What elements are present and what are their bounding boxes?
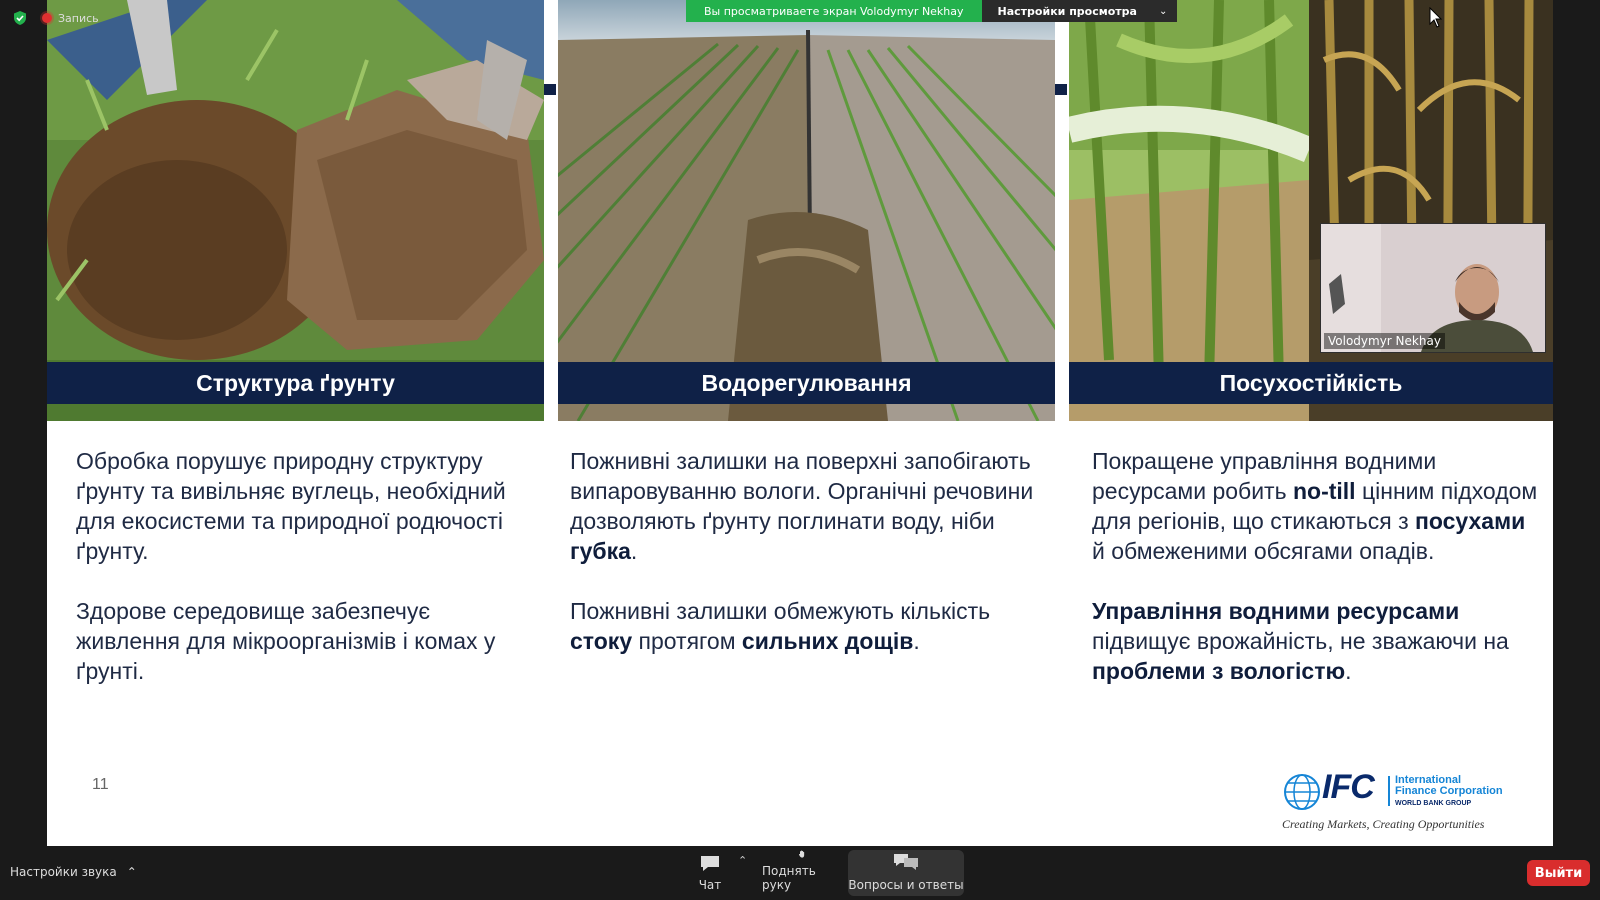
paragraph: Здорове середовище забезпечує живлення д… — [76, 598, 496, 684]
presenter-video[interactable]: Volodymyr Nekhay — [1320, 223, 1546, 353]
ifc-fullname: International Finance Corporation — [1395, 774, 1503, 797]
panel-caption: Посухостійкість — [1069, 362, 1553, 404]
chat-button[interactable]: Чат — [690, 850, 730, 896]
logo-divider — [1388, 776, 1390, 806]
ifc-tagline: Creating Markets, Creating Opportunities — [1282, 817, 1485, 831]
slide-page-number: 11 — [92, 776, 109, 793]
chat-label: Чат — [698, 878, 722, 892]
panel-soil-structure: Структура ґрунту — [47, 0, 544, 421]
field-photo — [558, 0, 1055, 421]
world-bank-group: WORLD BANK GROUP — [1395, 800, 1472, 807]
shield-icon — [14, 11, 26, 25]
soil-photo — [47, 0, 544, 421]
paragraph: Обробка порушує природну структуру ґрунт… — [76, 448, 506, 564]
qa-label: Вопросы и ответы — [848, 878, 964, 892]
shared-slide: Структура ґрунту Водорегулювання Посухос… — [47, 0, 1553, 846]
record-icon — [42, 13, 52, 23]
recording-label: Запись — [58, 11, 99, 25]
column-drought-text: Покращене управління водними ресурсами р… — [1092, 446, 1542, 716]
column-water-text: Пожнивні залишки на поверхні запобігають… — [570, 446, 1040, 686]
hand-icon — [798, 850, 805, 858]
qa-button[interactable]: Вопросы и ответы — [848, 850, 964, 896]
leave-button[interactable]: Выйти — [1527, 860, 1590, 886]
chevron-up-icon[interactable]: ⌃ — [738, 854, 747, 867]
ifc-wordmark: IFC — [1322, 768, 1375, 806]
view-options-label: Настройки просмотра — [997, 4, 1137, 18]
globe-icon — [1284, 774, 1320, 810]
raise-hand-button[interactable]: Поднять руку — [762, 850, 842, 896]
corn-photo — [1069, 0, 1553, 421]
qa-icon — [894, 854, 918, 870]
panel-water-regulation: Водорегулювання — [558, 0, 1055, 421]
paragraph: Управління водними ресурсами підвищує вр… — [1092, 598, 1509, 684]
audio-settings-label: Настройки звука — [10, 865, 117, 879]
chevron-up-icon: ⌃ — [126, 865, 137, 879]
screen-share-banner: Вы просматриваете экран Volodymyr Nekhay… — [686, 0, 1178, 22]
panel-caption: Водорегулювання — [558, 362, 1055, 404]
audio-settings-button[interactable]: Настройки звука ⌃ — [10, 865, 137, 879]
divider-notch — [544, 84, 556, 95]
chevron-down-icon: ⌄ — [1158, 5, 1168, 17]
share-status: Вы просматриваете экран Volodymyr Nekhay — [686, 0, 982, 22]
divider-notch — [1055, 84, 1067, 95]
column-soil-text: Обробка порушує природну структуру ґрунт… — [76, 446, 526, 716]
paragraph: Пожнивні залишки обмежують кількість сто… — [570, 598, 991, 654]
view-options-button[interactable]: Настройки просмотра ⌄ — [981, 0, 1178, 22]
raise-hand-label: Поднять руку — [762, 864, 816, 892]
panel-caption: Структура ґрунту — [47, 362, 544, 404]
panel-drought-resistance: Посухостійкість — [1069, 0, 1553, 421]
mouse-cursor-icon — [1429, 7, 1443, 28]
presenter-name: Volodymyr Nekhay — [1324, 333, 1445, 349]
meeting-toolbar: Настройки звука ⌃ Чат ⌃ Поднять руку Воп… — [0, 846, 1600, 900]
meeting-status: Запись — [12, 10, 99, 26]
paragraph: Пожнивні залишки на поверхні запобігають… — [570, 448, 1034, 564]
recording-indicator[interactable]: Запись — [42, 12, 99, 25]
paragraph: Покращене управління водними ресурсами р… — [1092, 448, 1538, 564]
ifc-logo: IFC International Finance Corporation WO… — [1282, 768, 1522, 832]
chat-icon — [701, 856, 719, 871]
